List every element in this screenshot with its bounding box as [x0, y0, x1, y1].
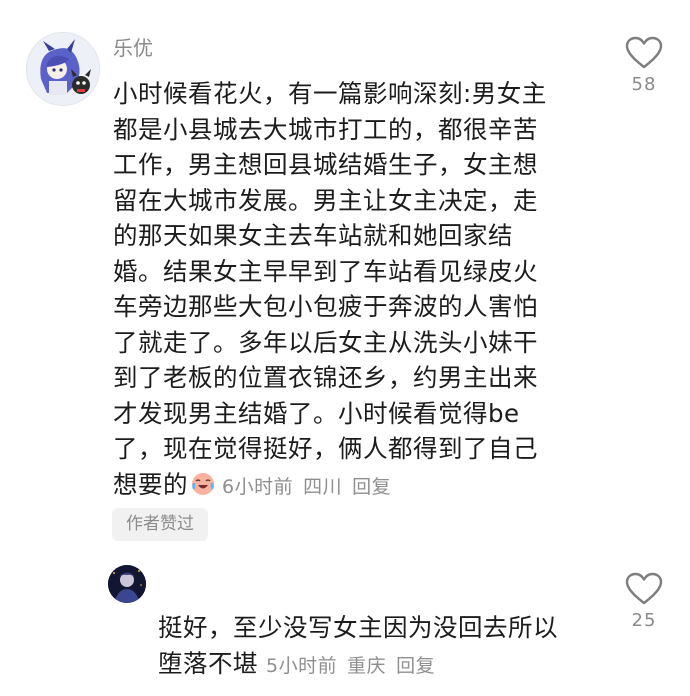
reply-body: 挺好，至少没写女主因为没回去所以 堕落不堪 5小时前 重庆 回复 — [158, 610, 598, 684]
comment-line-end: 想要的 — [113, 469, 188, 499]
like-button[interactable]: 58 — [614, 36, 674, 95]
reply-line: 挺好，至少没写女主因为没回去所以 — [158, 613, 558, 642]
reply-button[interactable]: 回复 — [352, 476, 391, 498]
reply-avatar[interactable] — [108, 565, 146, 603]
reply-time: 5小时前 — [266, 655, 338, 677]
comment-line: 才发现男主结婚了。小时候看觉得be — [113, 398, 520, 428]
comment-line: 留在大城市发展。男主让女主决定，走 — [113, 185, 538, 215]
crying-laughing-emoji-icon — [192, 472, 214, 495]
comment-location: 四川 — [303, 475, 343, 498]
comment-line: 了，现在觉得挺好，俩人都得到了自己 — [113, 434, 538, 463]
comment-line: 了就走了。多年以后女主从洗头小妹干 — [113, 327, 538, 357]
like-button[interactable]: 25 — [614, 572, 674, 631]
reply-button[interactable]: 回复 — [396, 655, 435, 677]
reply-location: 重庆 — [347, 655, 387, 677]
heart-icon — [625, 36, 663, 69]
reply-line-end: 堕落不堪 — [158, 649, 258, 678]
comment-body: 小时候看花火，有一篇影响深刻:男女主 都是小县城去大城市打工的，都很辛苦 工作，… — [113, 76, 583, 505]
comment-last-line: 想要的 6小时前 四川 回复 — [113, 467, 583, 506]
comment-line: 车旁边那些大包小包疲于奔波的人害怕 — [113, 292, 538, 321]
comment-line: 的那天如果女主去车站就和她回家结 — [113, 221, 513, 250]
heart-icon — [625, 572, 663, 605]
like-count: 58 — [631, 74, 657, 95]
avatar-illustration — [27, 33, 99, 105]
comment-line: 婚。结果女主早早到了车站看见绿皮火 — [113, 256, 538, 286]
avatar-illustration — [108, 565, 146, 603]
comment-line: 工作，男主想回县城结婚生子，女主想 — [113, 150, 538, 179]
reply-last-line: 堕落不堪 5小时前 重庆 回复 — [158, 646, 598, 684]
author-liked-badge: 作者赞过 — [112, 508, 208, 541]
comment-line: 小时候看花火，有一篇影响深刻:男女主 — [113, 79, 547, 108]
comment-line: 都是小县城去大城市打工的，都很辛苦 — [113, 114, 538, 144]
comment-time: 6小时前 — [222, 475, 294, 498]
commenter-avatar[interactable] — [26, 32, 100, 106]
like-count: 25 — [631, 610, 657, 631]
comment-line: 到了老板的位置衣锦还乡，约男主出来 — [113, 363, 538, 392]
commenter-username[interactable]: 乐优 — [113, 34, 153, 62]
